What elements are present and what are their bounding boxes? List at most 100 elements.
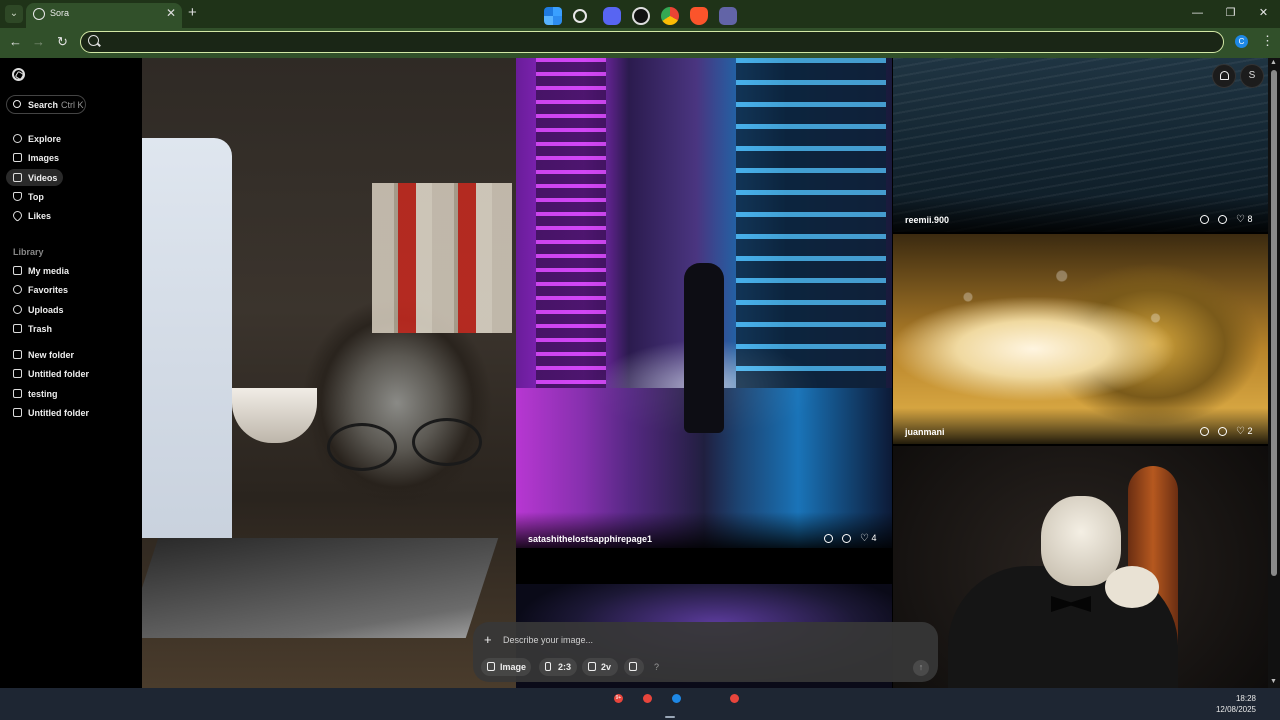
- sidebar-item-trash[interactable]: Trash: [6, 320, 134, 337]
- sidebar-item-uploads[interactable]: Uploads: [6, 301, 134, 318]
- page-scrollbar[interactable]: ▲ ▼: [1268, 58, 1280, 688]
- paw-decor: [1105, 566, 1159, 608]
- discord-badge: 9+: [614, 694, 623, 703]
- github-icon[interactable]: [632, 7, 650, 25]
- sidebar-item-my-media[interactable]: My media: [6, 262, 134, 279]
- beer-splash-video-card[interactable]: juanmani ♡ 2: [893, 234, 1268, 444]
- sidebar-item-label: My media: [28, 266, 70, 276]
- prompt-composer: + Image 2:3 2v ? ↑: [473, 622, 938, 682]
- variations-icon: [588, 662, 596, 671]
- trophy-icon: [13, 192, 22, 201]
- ocean-video-card[interactable]: reemii.900 ♡ 8: [893, 58, 1268, 232]
- search-label: Search: [28, 100, 59, 110]
- add-attachment-button[interactable]: +: [484, 632, 492, 647]
- search-icon[interactable]: [842, 533, 851, 543]
- sidebar-item-favorites[interactable]: Favorites: [6, 281, 134, 298]
- profile-avatar[interactable]: C: [1235, 35, 1248, 48]
- sidebar-item-label: Images: [28, 153, 60, 163]
- forward-button[interactable]: →: [32, 34, 45, 49]
- sidebar-item-label: Favorites: [28, 285, 69, 295]
- scroll-down-arrow-icon[interactable]: ▼: [1270, 678, 1277, 685]
- like-button[interactable]: ♡ 2: [1236, 426, 1253, 437]
- polar-bear-cello-video-card[interactable]: [893, 446, 1268, 688]
- sidebar-item-top[interactable]: Top: [6, 188, 134, 205]
- minimize-button[interactable]: —: [1181, 0, 1214, 28]
- owl-laptop-video-card[interactable]: [142, 58, 516, 688]
- folder-icon: [13, 408, 22, 417]
- remix-icon[interactable]: [1200, 426, 1209, 436]
- close-window-button[interactable]: ✕: [1247, 0, 1280, 28]
- aspect-ratio-button[interactable]: 2:3: [539, 658, 577, 676]
- media-type-button[interactable]: Image: [481, 658, 531, 676]
- sidebar-folder-testing[interactable]: testing: [6, 385, 134, 402]
- active-app-indicator: [665, 716, 675, 718]
- user-avatar[interactable]: S: [1240, 64, 1264, 88]
- search-button[interactable]: Search Ctrl K: [6, 95, 86, 114]
- notifications-button[interactable]: [1212, 64, 1236, 88]
- books-decor: [372, 183, 512, 333]
- remix-icon[interactable]: [1200, 214, 1209, 224]
- tab-close-icon[interactable]: ✕: [166, 6, 176, 20]
- like-count: 4: [871, 533, 877, 543]
- presets-button[interactable]: [624, 658, 644, 676]
- media-type-label: Image: [500, 662, 527, 672]
- trash-icon: [13, 324, 22, 333]
- scroll-up-arrow-icon[interactable]: ▲: [1270, 59, 1277, 66]
- like-button[interactable]: ♡ 8: [1236, 214, 1253, 225]
- card-username[interactable]: satashithelostsapphirepage1: [528, 534, 652, 544]
- owl-glasses-decor: [327, 423, 397, 471]
- keyboard-decor: [142, 538, 499, 638]
- openai-logo-icon[interactable]: [12, 68, 25, 81]
- tab-search-button[interactable]: ⌄: [5, 5, 23, 23]
- discord-icon[interactable]: [603, 7, 621, 25]
- sidebar-folder-untitled-1[interactable]: Untitled folder: [6, 365, 134, 382]
- search-icon[interactable]: [573, 9, 587, 23]
- search-icon[interactable]: [1218, 214, 1227, 224]
- cup-decor: [232, 388, 317, 443]
- search-icon: [88, 35, 99, 46]
- prompt-input[interactable]: [503, 632, 883, 648]
- windows-start-icon[interactable]: [544, 7, 562, 25]
- library-heading: Library: [13, 247, 44, 257]
- sidebar-item-label: Untitled folder: [28, 408, 89, 418]
- compass-icon: [13, 134, 22, 143]
- scrollbar-thumb[interactable]: [1271, 70, 1277, 576]
- sidebar-item-label: Videos: [28, 173, 58, 183]
- variations-button[interactable]: 2v: [582, 658, 618, 676]
- sidebar-folder-new-folder[interactable]: New folder: [6, 346, 134, 363]
- tab-sora[interactable]: Sora ✕: [26, 3, 182, 28]
- search-icon[interactable]: [1218, 426, 1227, 436]
- brave-icon[interactable]: [690, 7, 708, 25]
- aspect-ratio-label: 2:3: [558, 662, 572, 672]
- chrome-icon[interactable]: [661, 7, 679, 25]
- sidebar-item-label: New folder: [28, 350, 75, 360]
- like-count: 2: [1247, 426, 1253, 436]
- reload-button[interactable]: ↻: [57, 34, 68, 50]
- neon-city-video-card[interactable]: satashithelostsapphirepage1 ♡ 4: [516, 58, 892, 548]
- send-button[interactable]: ↑: [913, 660, 929, 676]
- sidebar-item-images[interactable]: Images: [6, 149, 134, 166]
- sidebar-item-explore[interactable]: Explore: [6, 130, 134, 147]
- teams-icon[interactable]: [719, 7, 737, 25]
- address-input[interactable]: [105, 34, 1205, 50]
- tower-decor: [536, 58, 606, 388]
- new-tab-button[interactable]: +: [188, 4, 197, 21]
- address-bar[interactable]: [80, 31, 1224, 53]
- maximize-button[interactable]: ❐: [1214, 0, 1247, 28]
- variations-label: 2v: [601, 662, 612, 672]
- heart-icon: ♡: [1236, 214, 1245, 225]
- sidebar-item-likes[interactable]: Likes: [6, 207, 134, 224]
- search-shortcut: Ctrl K: [61, 100, 84, 110]
- remix-icon[interactable]: [824, 533, 833, 543]
- browser-menu-button[interactable]: ⋮: [1261, 33, 1274, 49]
- system-clock[interactable]: 18:28 12/08/2025: [1216, 693, 1256, 715]
- sidebar-item-label: Untitled folder: [28, 369, 89, 379]
- card-username[interactable]: juanmani: [905, 427, 945, 437]
- media-icon: [13, 266, 22, 275]
- back-button[interactable]: ←: [9, 34, 22, 49]
- help-button[interactable]: ?: [654, 662, 659, 672]
- card-username[interactable]: reemii.900: [905, 215, 949, 225]
- sidebar-folder-untitled-2[interactable]: Untitled folder: [6, 404, 134, 421]
- sidebar-item-videos[interactable]: Videos: [6, 169, 63, 186]
- like-button[interactable]: ♡ 4: [860, 533, 877, 544]
